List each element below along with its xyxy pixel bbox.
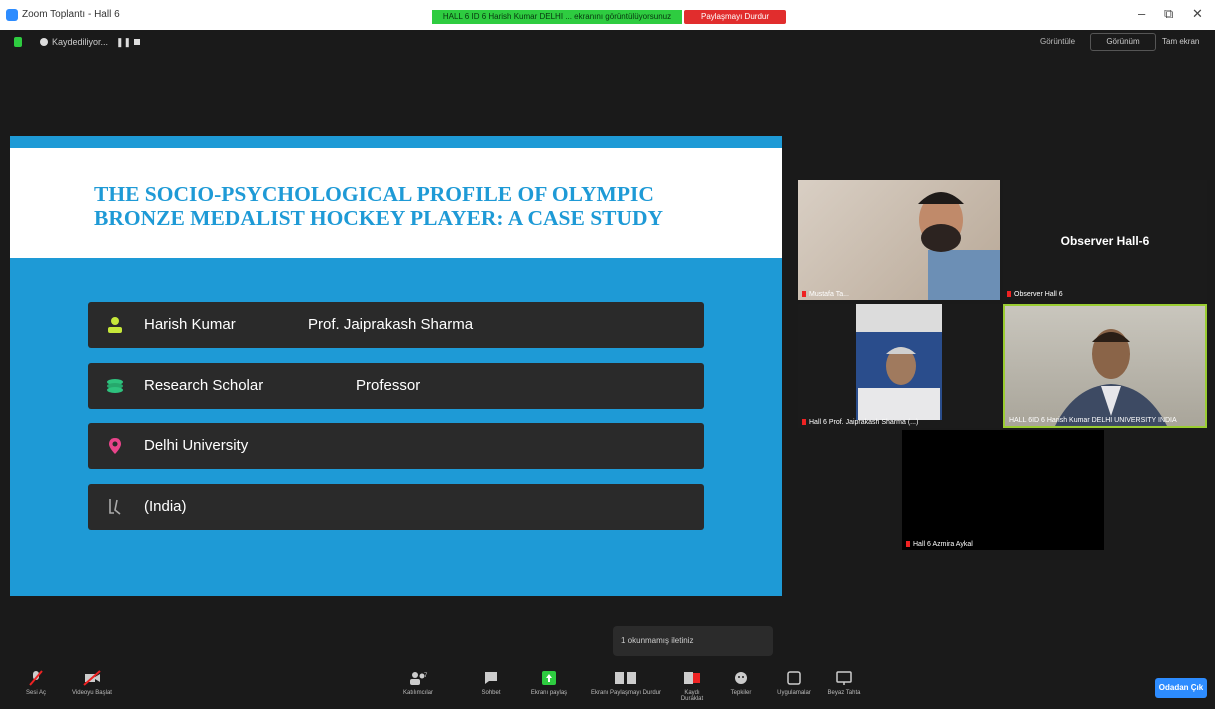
video-tile-3[interactable]: Hall 6 Prof. Jaiprakash Sharma (...) bbox=[798, 304, 1000, 428]
pause-share-button[interactable]: Ekranı Paylaşmayı Durdur bbox=[586, 670, 666, 696]
student-role: Research Scholar bbox=[144, 377, 264, 394]
supervisor-role: Professor bbox=[356, 377, 421, 394]
close-button[interactable]: ✕ bbox=[1192, 6, 1203, 22]
recording-icon bbox=[40, 38, 48, 46]
screen-share-banner[interactable]: HALL 6 ID 6 Harish Kumar DELHI ... ekran… bbox=[432, 10, 682, 24]
participants-icon: 7 bbox=[410, 672, 428, 685]
start-video-button[interactable]: Videoyu Başlat bbox=[60, 670, 124, 696]
participant-name: HALL 6ID 6 Harish Kumar DELHI UNIVERSITY… bbox=[1009, 417, 1177, 424]
chat-icon bbox=[485, 672, 497, 684]
unread-chat-notification[interactable]: 1 okunmamış iletiniz bbox=[613, 626, 773, 656]
maximize-button[interactable]: ⧉ bbox=[1164, 6, 1173, 22]
info-row-roles: Research Scholar Professor bbox=[88, 363, 704, 409]
window-title: Zoom Toplantı - Hall 6 bbox=[22, 9, 120, 20]
video-tile-4-active-speaker[interactable]: HALL 6ID 6 Harish Kumar DELHI UNIVERSITY… bbox=[1003, 304, 1207, 428]
record-icon bbox=[684, 672, 700, 684]
info-row-university: Delhi University bbox=[88, 423, 704, 469]
country-name: (India) bbox=[144, 498, 187, 515]
participant-video bbox=[856, 304, 942, 420]
video-tile-2[interactable]: Observer Hall-6 Observer Hall 6 bbox=[1003, 180, 1207, 300]
record-button[interactable]: Kaydı Duraklat bbox=[674, 670, 710, 702]
participant-name: Hall 6 Azmira Aykal bbox=[906, 541, 973, 548]
meeting-toolbar: Sesi Aç Videoyu Başlat 7 Katılımcılar So… bbox=[0, 664, 1215, 709]
info-row-country: (India) bbox=[88, 484, 704, 530]
slide-title-line-1: THE SOCIO-PSYCHOLOGICAL PROFILE OF OLYMP… bbox=[94, 182, 654, 206]
unmute-button[interactable]: Sesi Aç bbox=[22, 670, 50, 696]
share-screen-icon bbox=[542, 671, 556, 685]
share-screen-button[interactable]: Ekranı paylaş bbox=[526, 670, 572, 696]
security-shield-icon[interactable] bbox=[14, 37, 22, 47]
participant-name: Observer Hall 6 bbox=[1007, 291, 1063, 298]
mic-muted-icon bbox=[906, 541, 910, 548]
slide-header: THE SOCIO-PSYCHOLOGICAL PROFILE OF OLYMP… bbox=[10, 148, 782, 258]
svg-text:7: 7 bbox=[424, 673, 428, 679]
university-name: Delhi University bbox=[144, 437, 249, 454]
books-icon bbox=[107, 379, 123, 393]
apps-icon bbox=[787, 671, 801, 685]
whiteboard-button[interactable]: Beyaz Tahta bbox=[822, 670, 866, 696]
video-off-icon bbox=[83, 670, 101, 686]
shared-slide: THE SOCIO-PSYCHOLOGICAL PROFILE OF OLYMP… bbox=[10, 136, 782, 596]
participant-name: Mustafa Ta... bbox=[802, 291, 849, 298]
leave-room-button[interactable]: Odadan Çık bbox=[1155, 678, 1207, 698]
zoom-app-icon bbox=[6, 9, 18, 21]
pause-recording-icon[interactable]: ❚❚ bbox=[116, 37, 131, 48]
fullscreen-button[interactable]: Tam ekran bbox=[1162, 37, 1199, 46]
participant-name: Hall 6 Prof. Jaiprakash Sharma (...) bbox=[802, 419, 918, 426]
slide-title: THE SOCIO-PSYCHOLOGICAL PROFILE OF OLYMP… bbox=[94, 182, 734, 230]
microphone-muted-icon bbox=[29, 670, 43, 686]
hockey-icon bbox=[109, 499, 121, 515]
title-bar: Zoom Toplantı - Hall 6 HALL 6 ID 6 Haris… bbox=[0, 0, 1215, 30]
recording-label: Kaydediliyor... bbox=[52, 37, 109, 47]
mic-muted-icon bbox=[802, 291, 806, 298]
view-dropdown[interactable]: Görünüm bbox=[1090, 33, 1156, 51]
meeting-top-bar: Kaydediliyor... ❚❚ Görüntüle Görünüm Tam… bbox=[0, 30, 1215, 56]
participant-video bbox=[918, 192, 1000, 300]
view-label: Görüntüle bbox=[1040, 37, 1076, 46]
location-pin-icon bbox=[109, 438, 121, 454]
reactions-button[interactable]: Tepkiler bbox=[720, 670, 762, 696]
apps-button[interactable]: Uygulamalar bbox=[774, 670, 814, 696]
participants-button[interactable]: 7 Katılımcılar bbox=[396, 670, 440, 696]
student-name: Harish Kumar bbox=[144, 316, 236, 333]
stop-recording-icon[interactable] bbox=[134, 39, 140, 45]
minimize-button[interactable]: – bbox=[1138, 6, 1145, 21]
chat-button[interactable]: Sohbet bbox=[474, 670, 508, 696]
whiteboard-icon bbox=[836, 671, 852, 685]
mic-muted-icon bbox=[1007, 291, 1011, 298]
info-row-names: Harish Kumar Prof. Jaiprakash Sharma bbox=[88, 302, 704, 348]
person-icon bbox=[108, 317, 122, 333]
mic-muted-icon bbox=[802, 419, 806, 426]
slide-title-line-2: BRONZE MEDALIST HOCKEY PLAYER: A CASE ST… bbox=[94, 206, 664, 230]
participant-video bbox=[1055, 329, 1167, 426]
video-tile-5[interactable]: Hall 6 Azmira Aykal bbox=[902, 430, 1104, 550]
pause-share-icon bbox=[615, 672, 636, 684]
reactions-icon bbox=[735, 672, 747, 684]
video-tile-1[interactable]: Mustafa Ta... bbox=[798, 180, 1000, 300]
observer-label: Observer Hall-6 bbox=[1060, 234, 1150, 248]
supervisor-name: Prof. Jaiprakash Sharma bbox=[308, 316, 474, 333]
stop-share-button[interactable]: Paylaşmayı Durdur bbox=[684, 10, 786, 24]
